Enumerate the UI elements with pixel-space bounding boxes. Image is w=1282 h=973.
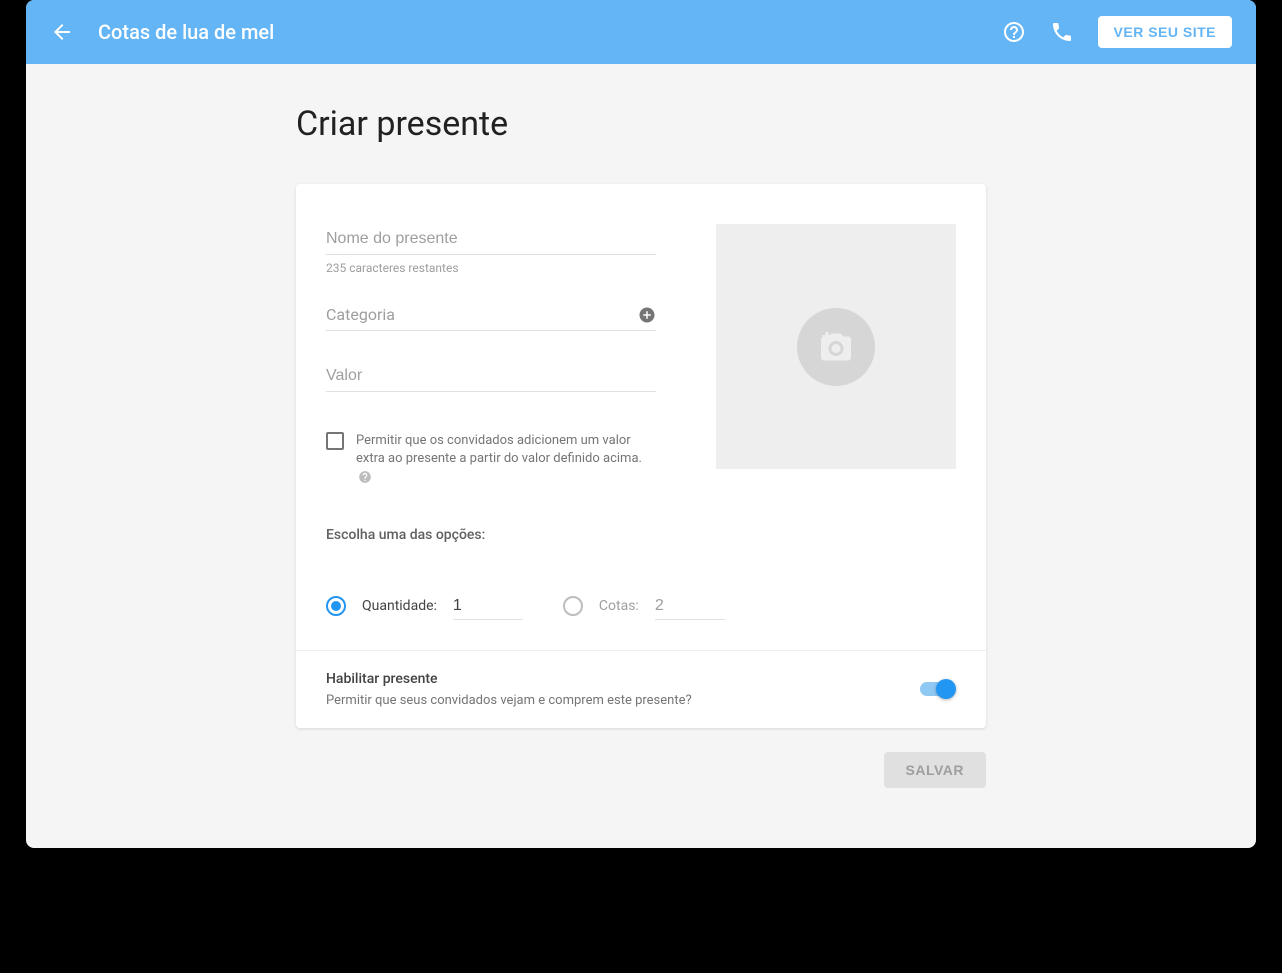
quantity-option: Quantidade:	[326, 593, 523, 620]
quantity-label: Quantidade:	[362, 598, 437, 614]
card-footer: Habilitar presente Permitir que seus con…	[296, 650, 986, 728]
help-circle-icon	[1002, 20, 1026, 44]
phone-button[interactable]	[1050, 20, 1074, 44]
save-button[interactable]: SALVAR	[884, 752, 986, 788]
extra-value-checkbox[interactable]	[326, 432, 344, 450]
header-actions: VER SEU SITE	[1002, 16, 1232, 48]
quantity-radio[interactable]	[326, 596, 346, 616]
form-left: 235 caracteres restantes Categoria	[326, 224, 656, 620]
quantity-input[interactable]	[453, 593, 523, 620]
page-title: Criar presente	[296, 104, 986, 144]
phone-icon	[1050, 20, 1074, 44]
image-upload-circle	[797, 308, 875, 386]
category-field-wrapper: Categoria	[326, 305, 656, 331]
view-site-button[interactable]: VER SEU SITE	[1098, 16, 1232, 48]
enable-gift-toggle[interactable]	[920, 679, 956, 699]
help-tooltip-button[interactable]	[358, 470, 372, 484]
name-field: 235 caracteres restantes	[326, 224, 656, 275]
add-category-button[interactable]	[638, 306, 656, 324]
arrow-back-icon	[50, 20, 74, 44]
card-body: 235 caracteres restantes Categoria	[296, 184, 986, 650]
cotas-radio[interactable]	[563, 596, 583, 616]
help-icon	[358, 470, 372, 484]
content: Criar presente 235 caracteres restantes …	[26, 64, 1256, 848]
options-label: Escolha uma das opções:	[326, 527, 656, 543]
header-title: Cotas de lua de mel	[98, 20, 1002, 44]
cotas-option: Cotas:	[563, 593, 725, 620]
action-row: SALVAR	[296, 752, 986, 788]
app-window: Cotas de lua de mel VER SEU SITE Criar p…	[26, 0, 1256, 848]
value-field	[326, 361, 656, 392]
extra-value-checkbox-row: Permitir que os convidados adicionem um …	[326, 432, 656, 487]
header: Cotas de lua de mel VER SEU SITE	[26, 0, 1256, 64]
enable-gift-title: Habilitar presente	[326, 671, 920, 687]
image-upload[interactable]	[716, 224, 956, 469]
plus-circle-icon	[638, 306, 656, 324]
category-label: Categoria	[326, 305, 638, 324]
cotas-label: Cotas:	[599, 598, 639, 614]
enable-gift-subtitle: Permitir que seus convidados vejam e com…	[326, 693, 920, 708]
radio-row: Quantidade: Cotas:	[326, 593, 656, 620]
add-photo-icon	[816, 329, 856, 365]
category-field[interactable]: Categoria	[326, 305, 656, 331]
extra-value-checkbox-label: Permitir que os convidados adicionem um …	[356, 432, 656, 487]
back-button[interactable]	[50, 20, 74, 44]
form-card: 235 caracteres restantes Categoria	[296, 184, 986, 728]
footer-text: Habilitar presente Permitir que seus con…	[326, 671, 920, 708]
help-button[interactable]	[1002, 20, 1026, 44]
value-input[interactable]	[326, 361, 656, 392]
name-input[interactable]	[326, 224, 656, 255]
toggle-thumb	[936, 679, 956, 699]
cotas-input[interactable]	[655, 593, 725, 620]
name-helper-text: 235 caracteres restantes	[326, 261, 656, 275]
